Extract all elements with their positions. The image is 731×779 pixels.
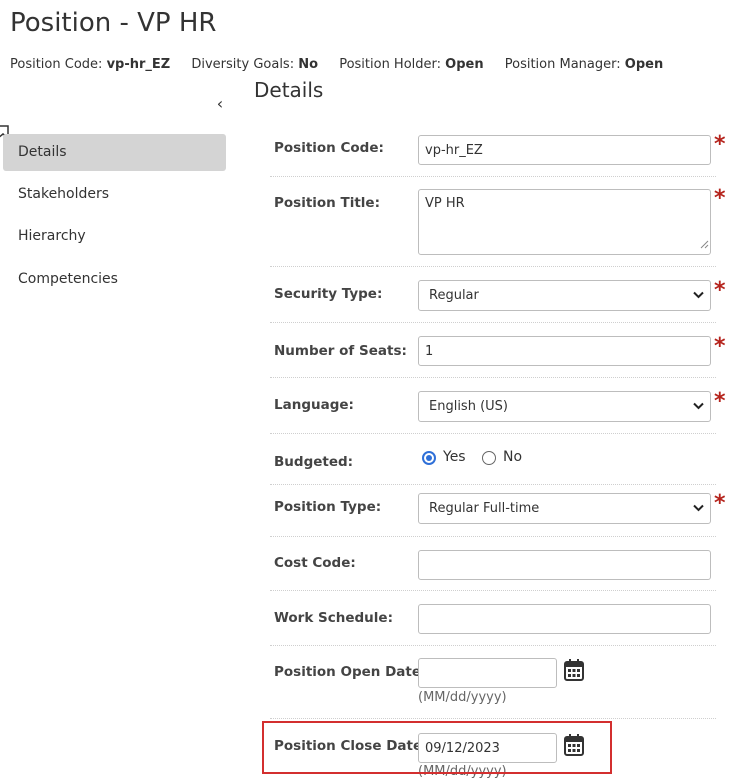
position-type-select[interactable]: Regular Full-time xyxy=(418,493,711,524)
row-divider xyxy=(270,322,716,323)
security-type-value: Regular xyxy=(429,288,479,303)
work-schedule-label: Work Schedule: xyxy=(274,610,393,626)
meta-position-code: Position Code: vp-hr_EZ xyxy=(10,57,171,72)
required-marker: * xyxy=(714,132,726,157)
budgeted-no-radio[interactable] xyxy=(482,451,496,465)
required-marker: * xyxy=(714,186,726,211)
sidebar-item-details[interactable]: Details xyxy=(3,134,226,171)
row-divider xyxy=(270,176,716,177)
position-open-date-label: Position Open Date: xyxy=(274,664,427,680)
position-title-label: Position Title: xyxy=(274,195,380,211)
row-divider xyxy=(270,590,716,591)
required-marker: * xyxy=(714,334,726,359)
meta-position-manager: Position Manager: Open xyxy=(504,57,664,72)
number-of-seats-label: Number of Seats: xyxy=(274,343,407,359)
collapse-sidebar-button[interactable]: ‹ xyxy=(212,96,228,112)
row-divider xyxy=(270,266,716,267)
sidebar-item-competencies[interactable]: Competencies xyxy=(3,261,226,298)
row-divider xyxy=(270,433,716,434)
budgeted-yes-radio[interactable] xyxy=(422,451,436,465)
row-divider xyxy=(270,484,716,485)
security-type-select[interactable]: Regular xyxy=(418,280,711,311)
security-type-label: Security Type: xyxy=(274,286,383,302)
budgeted-yes-label[interactable]: Yes xyxy=(443,449,466,465)
language-value: English (US) xyxy=(429,399,508,414)
cost-code-label: Cost Code: xyxy=(274,555,356,571)
sidebar-item-hierarchy[interactable]: Hierarchy xyxy=(3,218,226,255)
resize-grip-icon[interactable] xyxy=(700,240,709,249)
position-code-label: Position Code: xyxy=(274,140,384,156)
chevron-down-icon xyxy=(693,291,704,299)
language-label: Language: xyxy=(274,397,354,413)
chevron-down-icon xyxy=(693,504,704,512)
budgeted-label: Budgeted: xyxy=(274,454,354,470)
meta-position-holder: Position Holder: Open xyxy=(339,57,484,72)
position-code-input[interactable] xyxy=(418,135,711,165)
calendar-icon[interactable] xyxy=(564,659,584,681)
position-type-label: Position Type: xyxy=(274,499,382,515)
position-type-value: Regular Full-time xyxy=(429,501,540,516)
language-select[interactable]: English (US) xyxy=(418,391,711,422)
section-title: Details xyxy=(254,78,324,100)
row-divider xyxy=(270,718,716,719)
work-schedule-input[interactable] xyxy=(418,604,711,634)
cost-code-input[interactable] xyxy=(418,550,711,580)
position-title-textarea[interactable]: VP HR xyxy=(418,189,711,255)
required-marker: * xyxy=(714,278,726,303)
page-title: Position - VP HR xyxy=(10,8,217,38)
required-marker: * xyxy=(714,491,726,516)
sidebar-item-stakeholders[interactable]: Stakeholders xyxy=(3,176,226,213)
budgeted-no-label[interactable]: No xyxy=(503,449,522,465)
chevron-down-icon xyxy=(693,402,704,410)
number-of-seats-input[interactable] xyxy=(418,336,711,366)
position-open-date-input[interactable] xyxy=(418,658,557,688)
date-format-hint: (MM/dd/yyyy) xyxy=(418,690,507,705)
position-meta-bar: Position Code: vp-hr_EZ Diversity Goals:… xyxy=(10,57,680,75)
row-divider xyxy=(270,536,716,537)
row-divider xyxy=(270,645,716,646)
required-marker: * xyxy=(714,389,726,414)
row-divider xyxy=(270,377,716,378)
close-date-highlight-box xyxy=(262,721,612,774)
